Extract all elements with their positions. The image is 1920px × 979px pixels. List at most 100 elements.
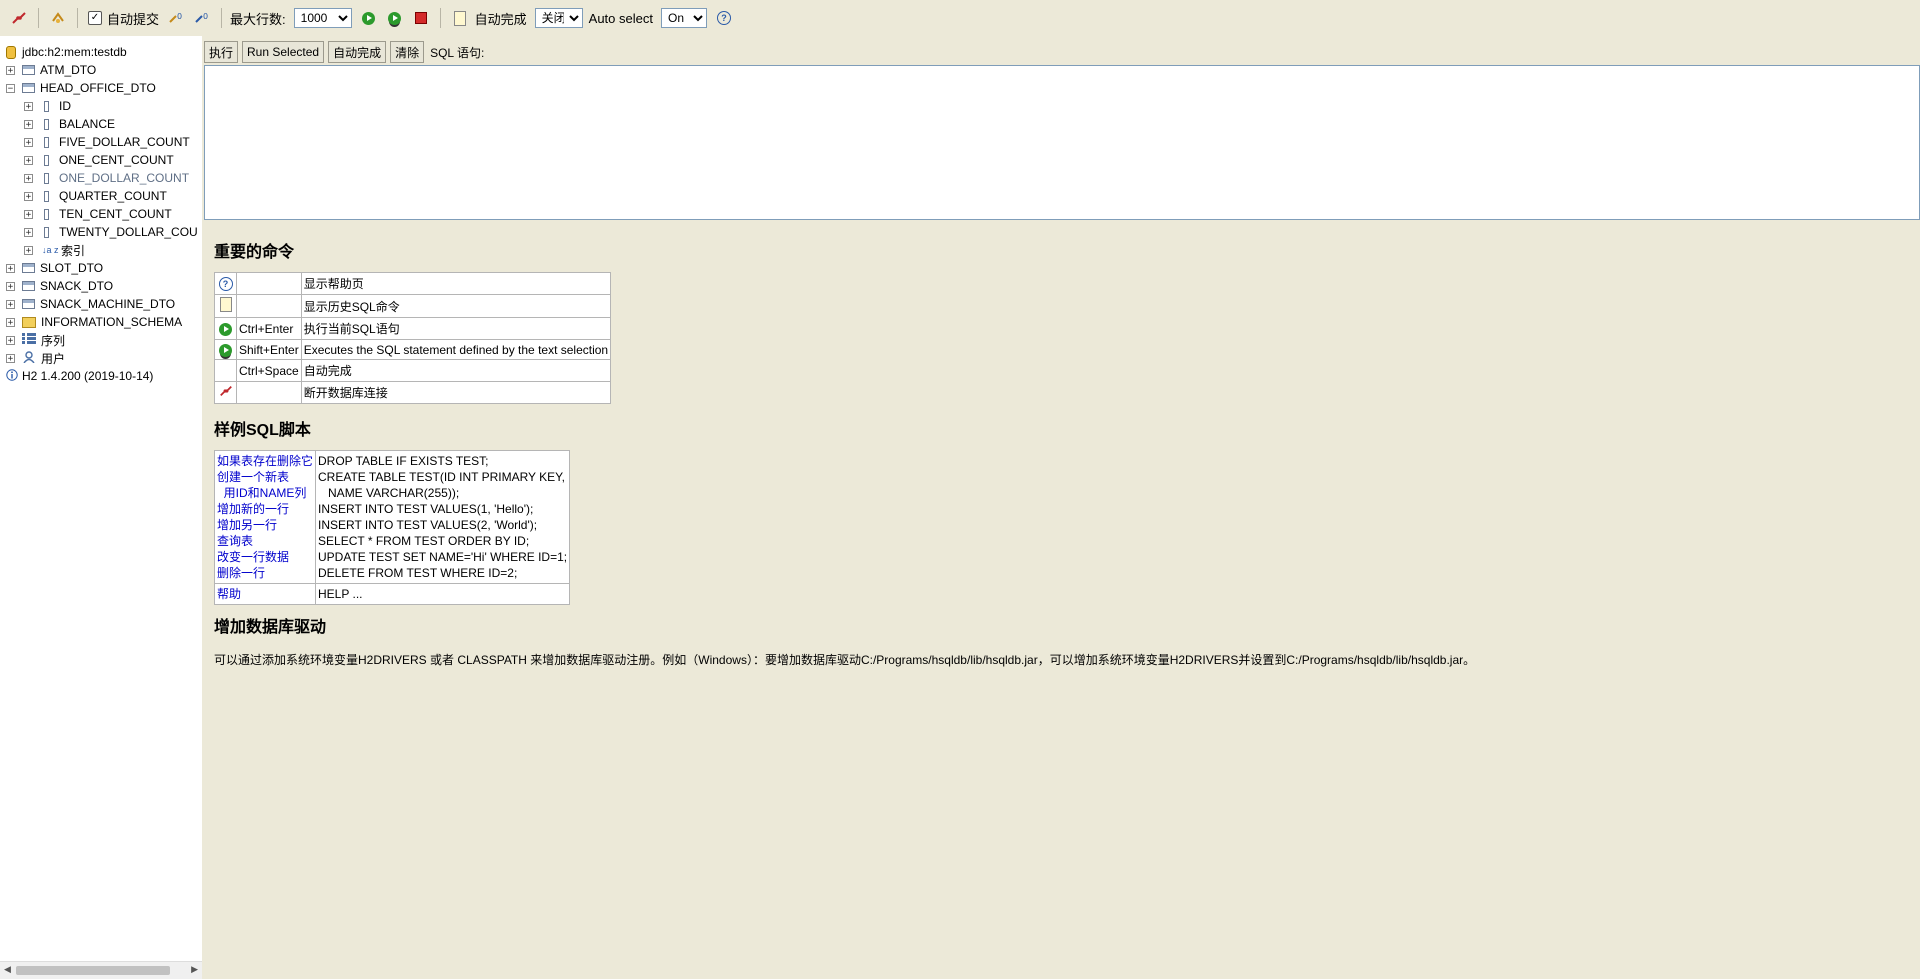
tree-label: FIVE_DOLLAR_COUNT bbox=[59, 135, 190, 149]
table-icon bbox=[22, 263, 35, 273]
table-row: ? 显示帮助页 bbox=[214, 272, 612, 295]
expand-icon[interactable]: + bbox=[24, 101, 33, 111]
run-selected-button[interactable]: Run Selected bbox=[242, 41, 325, 63]
folder-icon bbox=[22, 316, 36, 328]
table-icon bbox=[22, 281, 35, 291]
sql-button-bar: 执行 Run Selected 自动完成 清除 SQL 语句: bbox=[204, 41, 484, 63]
sample-link[interactable]: 改变一行数据 bbox=[217, 549, 313, 565]
tree-information-schema[interactable]: + INFORMATION_SCHEMA bbox=[6, 313, 202, 331]
expand-icon[interactable]: + bbox=[24, 155, 33, 165]
help-icon[interactable]: ? bbox=[713, 7, 735, 29]
run-icon[interactable] bbox=[358, 7, 380, 29]
tree-column-one-cent-count[interactable]: + ONE_CENT_COUNT bbox=[6, 151, 202, 169]
clear-button[interactable]: 清除 bbox=[390, 41, 425, 63]
expand-icon[interactable]: + bbox=[6, 281, 15, 291]
tree-column-ten-cent-count[interactable]: + TEN_CENT_COUNT bbox=[6, 205, 202, 223]
expand-icon[interactable]: + bbox=[6, 299, 15, 309]
commands-heading: 重要的命令 bbox=[214, 244, 295, 261]
maxrows-select[interactable]: 1000 bbox=[293, 8, 352, 28]
table-row: Ctrl+Enter 执行当前SQL语句 bbox=[214, 317, 612, 340]
sql-editor[interactable] bbox=[204, 65, 1920, 220]
table-row: 显示历史SQL命令 bbox=[214, 294, 612, 318]
commit-icon[interactable]: 0 bbox=[191, 7, 213, 29]
autocommit-checkbox[interactable]: ✓ bbox=[88, 11, 102, 25]
scroll-left-icon[interactable]: ◀ bbox=[4, 964, 11, 975]
tree-column-balance[interactable]: + BALANCE bbox=[6, 115, 202, 133]
tree-table-snack-dto[interactable]: + SNACK_DTO bbox=[6, 277, 202, 295]
tree-column-one-dollar-count[interactable]: + ONE_DOLLAR_COUNT bbox=[6, 169, 202, 187]
run-glyph bbox=[362, 11, 376, 25]
tree-table-atm-dto[interactable]: + ATM_DTO bbox=[6, 61, 202, 79]
expand-icon[interactable]: + bbox=[6, 335, 15, 345]
tree-label: INFORMATION_SCHEMA bbox=[41, 315, 183, 329]
collapse-icon[interactable]: − bbox=[6, 83, 15, 93]
tree-sequences[interactable]: + 序列 bbox=[6, 331, 202, 349]
column-icon bbox=[44, 172, 49, 184]
table-icon bbox=[22, 65, 35, 75]
expand-icon[interactable]: + bbox=[6, 263, 15, 273]
driver-heading: 增加数据库驱动 bbox=[214, 619, 327, 636]
autoselect-select[interactable]: On bbox=[660, 8, 707, 28]
execute-button[interactable]: 执行 bbox=[204, 41, 239, 63]
expand-icon[interactable]: + bbox=[6, 65, 15, 75]
tree-table-head-office-dto[interactable]: − HEAD_OFFICE_DTO bbox=[6, 79, 202, 97]
column-icon bbox=[44, 136, 49, 148]
sample-link[interactable]: 增加另一行 bbox=[217, 517, 313, 533]
expand-icon[interactable]: + bbox=[24, 227, 33, 237]
sample-link[interactable]: 创建一个新表 bbox=[217, 469, 313, 485]
tree-users[interactable]: + 用户 bbox=[6, 349, 202, 367]
autocomplete-button[interactable]: 自动完成 bbox=[328, 41, 387, 63]
tree-indexes[interactable]: + ↓a z 索引 bbox=[6, 241, 202, 259]
history-icon[interactable] bbox=[449, 7, 471, 29]
sample-link[interactable]: 用ID和NAME列 bbox=[217, 485, 313, 501]
tree-label: TEN_CENT_COUNT bbox=[59, 207, 172, 221]
rollback-icon[interactable]: 0 bbox=[165, 7, 187, 29]
disconnect-icon[interactable] bbox=[8, 7, 30, 29]
refresh-icon[interactable] bbox=[47, 7, 69, 29]
toolbar-separator bbox=[77, 8, 78, 28]
tree-column-id[interactable]: + ID bbox=[6, 97, 202, 115]
sample-sql-line: NAME VARCHAR(255)); bbox=[318, 486, 460, 500]
expand-icon[interactable]: + bbox=[24, 191, 33, 201]
scroll-right-icon[interactable]: ▶ bbox=[191, 964, 198, 975]
table-row: 断开数据库连接 bbox=[214, 381, 612, 404]
cell-icon bbox=[214, 339, 237, 360]
expand-icon[interactable]: + bbox=[24, 245, 33, 255]
toolbar-separator bbox=[221, 8, 223, 28]
expand-icon[interactable]: + bbox=[24, 137, 33, 147]
tree-column-five-dollar-count[interactable]: + FIVE_DOLLAR_COUNT bbox=[6, 133, 202, 151]
tree-table-slot-dto[interactable]: + SLOT_DTO bbox=[6, 259, 202, 277]
column-icon bbox=[44, 118, 49, 130]
sample-link[interactable]: 删除一行 bbox=[217, 565, 313, 581]
autoselect-label: Auto select bbox=[588, 10, 653, 26]
run-selected-icon[interactable] bbox=[384, 7, 406, 29]
help-link[interactable]: 帮助 bbox=[217, 587, 241, 601]
tree-label: 用户 bbox=[41, 351, 66, 366]
table-icon bbox=[22, 299, 35, 309]
driver-description: 可以通过添加系统环境变量H2DRIVERS 或者 CLASSPATH 来增加数据… bbox=[214, 653, 1476, 667]
scrollbar-thumb[interactable] bbox=[16, 966, 170, 975]
column-icon bbox=[44, 226, 49, 238]
sample-link[interactable]: 增加新的一行 bbox=[217, 501, 313, 517]
tree-label: SNACK_MACHINE_DTO bbox=[40, 297, 176, 311]
column-icon bbox=[44, 154, 49, 166]
expand-icon[interactable]: + bbox=[24, 209, 33, 219]
tree-connection[interactable]: jdbc:h2:mem:testdb bbox=[6, 43, 202, 61]
expand-icon[interactable]: + bbox=[6, 317, 15, 327]
table-row: Shift+Enter Executes the SQL statement d… bbox=[214, 339, 612, 360]
tree-table-snack-machine-dto[interactable]: + SNACK_MACHINE_DTO bbox=[6, 295, 202, 313]
stop-icon[interactable] bbox=[410, 7, 432, 29]
tree-column-twenty-dollar-count[interactable]: + TWENTY_DOLLAR_COU bbox=[6, 223, 202, 241]
autocomplete-select[interactable]: 关闭 bbox=[534, 8, 583, 28]
run-selected-glyph bbox=[388, 11, 402, 25]
expand-icon[interactable]: + bbox=[24, 119, 33, 129]
tree-column-quarter-count[interactable]: + QUARTER_COUNT bbox=[6, 187, 202, 205]
sample-link[interactable]: 如果表存在删除它 bbox=[217, 453, 313, 469]
column-icon bbox=[44, 208, 49, 220]
users-icon bbox=[22, 350, 36, 366]
sidebar-horizontal-scrollbar[interactable]: ◀ ▶ bbox=[0, 961, 202, 979]
cell-icon: ? bbox=[214, 272, 237, 295]
sample-link[interactable]: 查询表 bbox=[217, 533, 313, 549]
expand-icon[interactable]: + bbox=[24, 173, 33, 183]
expand-icon[interactable]: + bbox=[6, 353, 15, 363]
